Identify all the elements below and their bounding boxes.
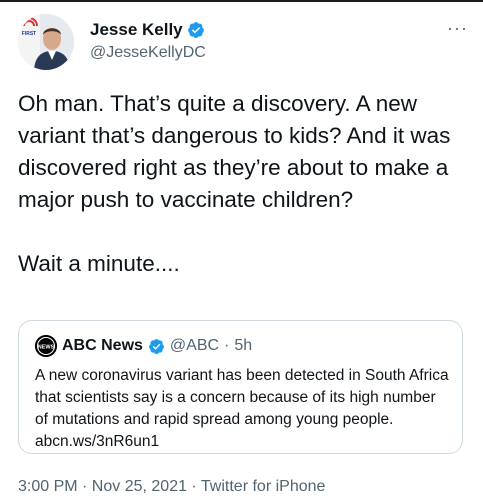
tweet-text: Oh man. That’s quite a discovery. A new …: [18, 91, 451, 276]
author-display-name[interactable]: Jesse Kelly: [90, 20, 183, 40]
quoted-verified-badge-icon: [148, 338, 164, 354]
tweet-header: FIRST Jesse Kelly @JesseKellyDC ···: [18, 14, 468, 74]
quoted-tweet-text: A new coronavirus variant has been detec…: [35, 367, 449, 450]
avatar-logo-text: FIRST: [22, 31, 36, 37]
author-handle[interactable]: @JesseKellyDC: [90, 44, 206, 62]
quoted-handle[interactable]: @ABC: [170, 337, 219, 355]
quoted-separator: ·: [224, 337, 230, 354]
abc-news-logo-text: NEWS: [38, 345, 55, 351]
more-options-icon[interactable]: ···: [447, 18, 468, 39]
abc-news-avatar[interactable]: NEWS: [35, 335, 57, 357]
quoted-tweet-header: NEWS ABC News @ABC · 5h: [35, 335, 252, 357]
avatar-photo-icon: FIRST: [18, 14, 74, 70]
top-border: [0, 0, 483, 2]
quoted-timestamp[interactable]: 5h: [234, 337, 252, 355]
verified-badge-icon: [187, 22, 204, 38]
tweet-timestamp[interactable]: 3:00 PM · Nov 25, 2021 · Twitter for iPh…: [18, 478, 325, 496]
author-name-row[interactable]: Jesse Kelly: [90, 20, 206, 40]
author-avatar[interactable]: FIRST: [18, 14, 74, 70]
abc-news-logo-icon: NEWS: [35, 335, 57, 357]
quoted-tweet[interactable]: NEWS ABC News @ABC · 5h A new coronaviru…: [18, 320, 463, 454]
quoted-display-name[interactable]: ABC News: [62, 337, 143, 355]
